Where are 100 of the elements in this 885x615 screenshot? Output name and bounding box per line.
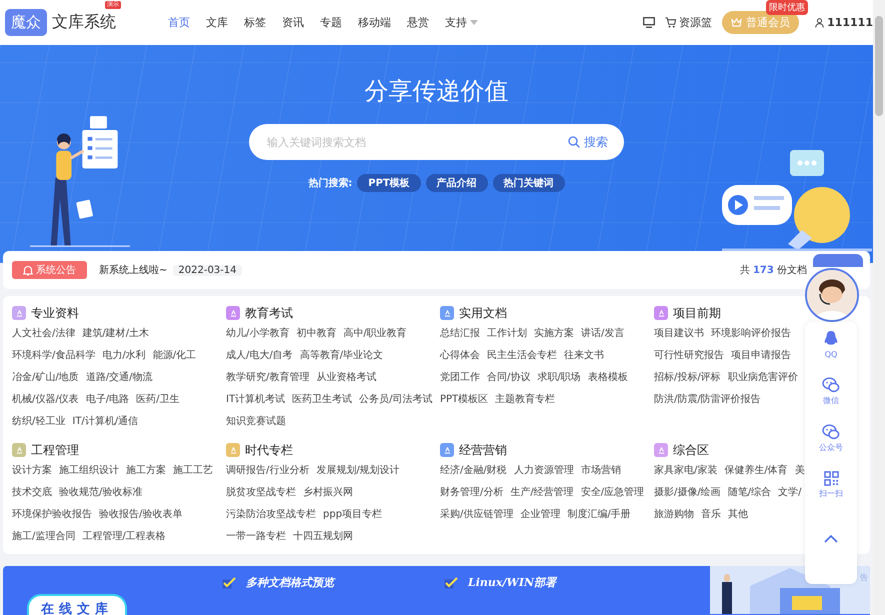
category-link[interactable]: 表格模板	[588, 370, 628, 384]
category-link[interactable]: 冶金/矿山/地质	[12, 370, 79, 384]
category-link[interactable]: PPT模板区	[440, 392, 488, 406]
category-link[interactable]: 十四五规划网	[293, 529, 353, 543]
notice-text[interactable]: 新系统上线啦~	[99, 263, 168, 277]
category-link[interactable]: IT计算机考试	[226, 392, 286, 406]
category-link[interactable]: 讲话/发言	[581, 326, 624, 340]
category-link[interactable]: 旅游购物	[654, 507, 694, 521]
category-link[interactable]: 可行性研究报告	[654, 348, 724, 362]
category-title[interactable]: 经营营销	[459, 442, 507, 458]
category-link[interactable]: 施工工艺	[173, 463, 213, 477]
category-link[interactable]: 求职/职场	[537, 370, 581, 384]
category-link[interactable]: 技术交底	[12, 485, 52, 499]
category-link[interactable]: 高等教育/毕业论文	[300, 348, 384, 362]
hot-tag[interactable]: 热门关键词	[492, 174, 565, 192]
category-title[interactable]: 综合区	[673, 442, 709, 458]
category-link[interactable]: 经济/金融/财税	[440, 463, 507, 477]
category-link[interactable]: 乡村振兴网	[303, 485, 353, 499]
category-title[interactable]: 实用文档	[459, 304, 507, 322]
category-link[interactable]: 道路/交通/物流	[86, 370, 152, 384]
category-link[interactable]: 建筑/建材/土木	[82, 326, 150, 340]
nav-link[interactable]: 悬赏	[399, 15, 437, 30]
category-link[interactable]: 初中教育	[296, 326, 336, 340]
category-link[interactable]: 工作计划	[487, 326, 527, 340]
category-link[interactable]: 心得体会	[440, 348, 480, 362]
category-link[interactable]: 文学/	[778, 485, 802, 499]
upload-button[interactable]	[813, 254, 863, 267]
category-link[interactable]: 发展规划/规划设计	[316, 463, 400, 477]
category-link[interactable]: 总结汇报	[440, 326, 480, 340]
category-link[interactable]: 制度汇编/手册	[567, 507, 631, 521]
category-link[interactable]: 项目建议书	[654, 326, 704, 340]
hot-tag[interactable]: PPT模板	[357, 174, 421, 192]
category-link[interactable]: 电子/电路	[86, 392, 130, 406]
category-link[interactable]: 防洪/防震/防雷评价报告	[654, 392, 761, 406]
category-link[interactable]: 音乐	[701, 507, 721, 521]
category-link[interactable]: 人力资源管理	[514, 463, 574, 477]
official-account-link[interactable]: 公众号	[819, 424, 843, 453]
category-link[interactable]: 施工/监理合同	[12, 529, 76, 543]
category-link[interactable]: 家具家电/家装	[654, 463, 718, 477]
category-link[interactable]: 成人/电大/自考	[226, 348, 293, 362]
category-link[interactable]: 公务员/司法考试	[359, 392, 432, 406]
scan-link[interactable]: 扫一扫	[819, 471, 843, 499]
category-link[interactable]: 脱贫攻坚战专栏	[226, 485, 296, 499]
category-link[interactable]: 机械/仪器/仪表	[12, 392, 79, 406]
category-link[interactable]: 施工组织设计	[59, 463, 119, 477]
nav-link[interactable]: 首页	[160, 15, 198, 30]
category-link[interactable]: 民主生活会专栏	[487, 348, 557, 362]
category-link[interactable]: 合同/协议	[487, 370, 530, 384]
nav-link[interactable]: 文库	[198, 15, 236, 30]
wechat-link[interactable]: 微信	[822, 377, 840, 406]
nav-link[interactable]: 移动端	[350, 15, 399, 30]
category-link[interactable]: 保健养生/体育	[724, 463, 788, 477]
category-title[interactable]: 工程管理	[31, 442, 79, 458]
category-link[interactable]: 环境影响评价报告	[711, 326, 791, 340]
nav-link[interactable]: 支持	[437, 15, 486, 30]
nav-link[interactable]: 标签	[236, 15, 274, 30]
back-to-top-button[interactable]	[824, 535, 838, 543]
category-link[interactable]: 随笔/综合	[728, 485, 772, 499]
category-link[interactable]: 污染防治攻坚战专栏	[226, 507, 316, 521]
category-link[interactable]: IT/计算机/通信	[72, 414, 138, 428]
nav-link[interactable]: 资讯	[274, 15, 312, 30]
category-link[interactable]: 美	[794, 463, 805, 477]
category-link[interactable]: 企业管理	[520, 507, 560, 521]
cart-link[interactable]: 资源篮	[665, 15, 712, 30]
category-link[interactable]: 工程管理/工程表格	[82, 529, 166, 543]
category-link[interactable]: 市场营销	[580, 463, 621, 477]
category-link[interactable]: 高中/职业教育	[343, 326, 407, 340]
category-link[interactable]: 能源/化工	[152, 348, 196, 362]
category-link[interactable]: 职业病危害评价	[728, 370, 798, 384]
category-link[interactable]: 其他	[728, 507, 748, 521]
monitor-icon[interactable]	[643, 17, 656, 28]
category-link[interactable]: 医药/卫生	[136, 392, 180, 406]
hot-tag[interactable]: 产品介绍	[426, 174, 488, 192]
category-link[interactable]: 施工方案	[126, 463, 166, 477]
category-link[interactable]: 知识竞赛试题	[226, 414, 286, 428]
scrollbar[interactable]	[873, 0, 885, 615]
category-link[interactable]: 主题教育专栏	[495, 392, 556, 406]
category-title[interactable]: 项目前期	[673, 304, 721, 322]
category-link[interactable]: 人文社会/法律	[12, 326, 76, 340]
category-link[interactable]: 教学研究/教育管理	[226, 370, 310, 384]
qq-link[interactable]: QQ	[823, 330, 839, 359]
search-field[interactable]: 输入关键词搜索文档 搜索	[249, 124, 624, 160]
category-link[interactable]: 生产/经营管理	[510, 485, 574, 499]
logo-text[interactable]: 文库系统	[52, 12, 116, 33]
category-link[interactable]: 设计方案	[12, 463, 52, 477]
category-link[interactable]: 党团工作	[440, 370, 480, 384]
category-link[interactable]: 环境保护验收报告	[12, 507, 92, 521]
category-link[interactable]: 安全/应急管理	[580, 485, 644, 499]
category-link[interactable]: 调研报告/行业分析	[226, 463, 310, 477]
category-title[interactable]: 专业资料	[31, 304, 79, 322]
category-link[interactable]: 往来文书	[564, 348, 604, 362]
category-link[interactable]: 财务管理/分析	[440, 485, 504, 499]
category-link[interactable]: 验收报告/验收表单	[99, 507, 182, 521]
category-link[interactable]: 医药卫生考试	[292, 392, 352, 406]
category-title[interactable]: 时代专栏	[245, 442, 293, 458]
category-link[interactable]: ppp项目专栏	[323, 507, 382, 521]
category-link[interactable]: 招标/投标/评标	[654, 370, 721, 384]
category-link[interactable]: 验收规范/验收标准	[59, 485, 142, 499]
category-link[interactable]: 纺织/轻工业	[12, 414, 66, 428]
nav-link[interactable]: 专题	[312, 15, 350, 30]
